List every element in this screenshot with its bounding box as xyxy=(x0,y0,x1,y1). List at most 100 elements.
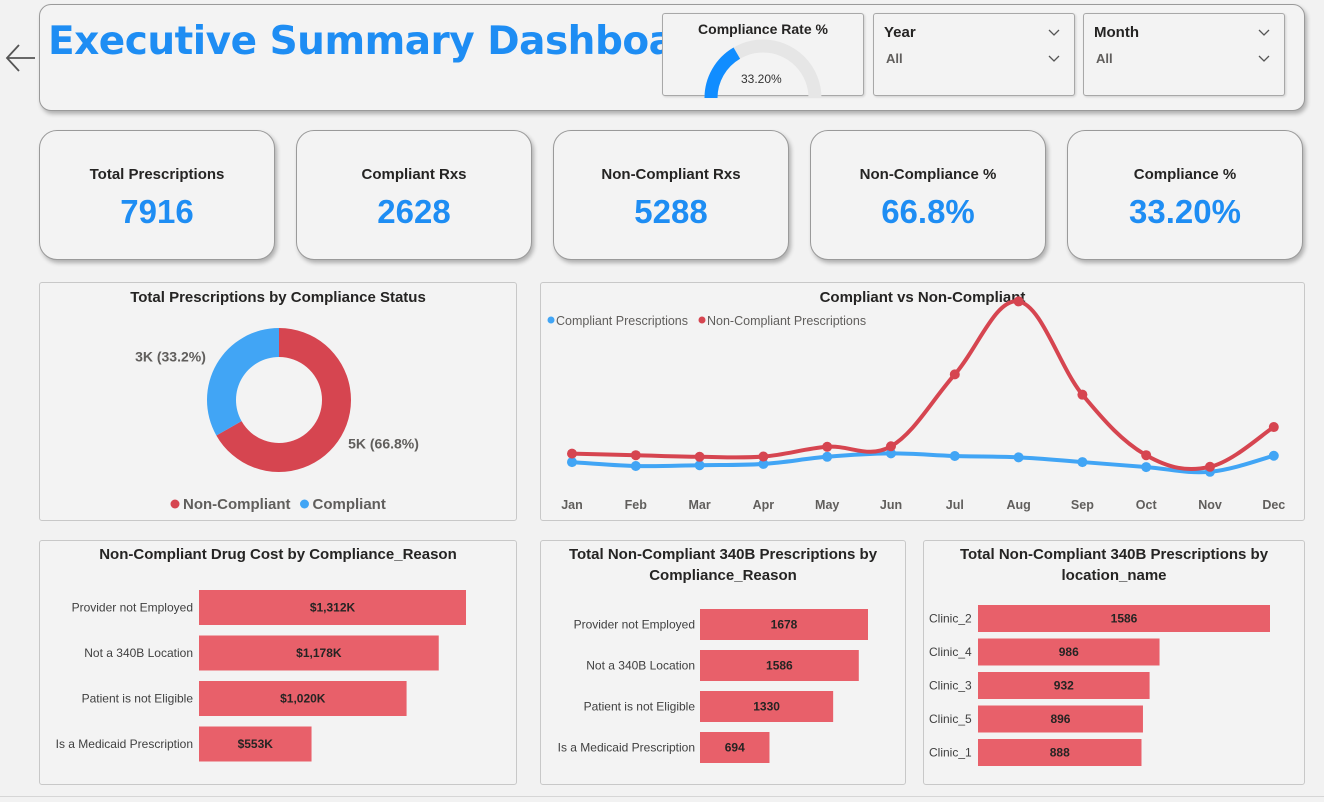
legend-marker xyxy=(170,499,180,509)
chevron-down-icon[interactable] xyxy=(1258,55,1270,63)
data-point[interactable] xyxy=(630,461,641,472)
kpi-label: Compliant Rxs xyxy=(361,166,467,183)
category-label: Clinic_4 xyxy=(929,645,972,659)
category-label: Provider not Employed xyxy=(72,601,193,615)
kpi-non-compliant-rxs[interactable]: Non-Compliant Rxs 5288 xyxy=(553,130,789,260)
kpi-compliant-rxs[interactable]: Compliant Rxs 2628 xyxy=(296,130,532,260)
data-point[interactable] xyxy=(567,448,577,459)
reason-bar-chart: Provider not Employed 1678 Not a 340B Loca… xyxy=(558,609,868,763)
legend-label[interactable]: Compliant xyxy=(312,496,385,513)
category-label: Patient is not Eligible xyxy=(82,692,194,706)
donut-data-label: 3K (33.2%) xyxy=(135,349,206,365)
kpi-label: Compliance % xyxy=(1133,166,1237,183)
data-point[interactable] xyxy=(1268,450,1279,461)
bar-data-label: 932 xyxy=(1054,679,1074,693)
bar-data-label: $1,312K xyxy=(310,601,356,615)
data-point[interactable] xyxy=(1141,462,1152,473)
month-slicer-label: Month xyxy=(1094,24,1139,41)
header-banner: Executive Summary Dashboard Compliance R… xyxy=(39,4,1305,111)
line-chart-panel[interactable]: Compliant vs Non-Compliant Compliant Pre… xyxy=(540,282,1305,521)
data-point[interactable] xyxy=(1013,452,1024,463)
data-point[interactable] xyxy=(822,441,833,452)
drug-cost-bar-panel[interactable]: Non-Compliant Drug Cost by Compliance_Re… xyxy=(39,540,517,785)
reason-bar-panel[interactable]: Total Non-Compliant 340B Prescriptions b… xyxy=(540,540,906,785)
x-tick-label: Jul xyxy=(946,498,964,512)
legend-marker xyxy=(547,316,555,324)
location-bar-panel[interactable]: Total Non-Compliant 340B Prescriptions b… xyxy=(923,540,1305,785)
data-point[interactable] xyxy=(1077,389,1088,400)
gauge-value: 33.20% xyxy=(741,72,782,86)
month-slicer-value[interactable]: All xyxy=(1096,51,1113,66)
data-point[interactable] xyxy=(1268,422,1279,433)
back-arrow-icon[interactable] xyxy=(4,38,38,78)
data-point[interactable] xyxy=(886,441,896,452)
category-label: Provider not Employed xyxy=(574,618,695,632)
data-point[interactable] xyxy=(758,451,769,462)
kpi-value: 66.8% xyxy=(881,193,975,230)
kpi-value: 5288 xyxy=(634,193,708,230)
category-label: Clinic_1 xyxy=(929,746,972,760)
compliance-rate-gauge-card[interactable]: Compliance Rate % 33.20% xyxy=(662,13,864,99)
kpi-label: Non-Compliant Rxs xyxy=(601,166,741,183)
x-tick-label: Apr xyxy=(753,498,775,512)
x-tick-label: Mar xyxy=(688,498,710,512)
data-point[interactable] xyxy=(1141,450,1152,461)
line-chart: Compliant Prescriptions Non-Compliant Pre… xyxy=(547,296,1285,512)
chevron-down-icon[interactable] xyxy=(1048,55,1060,63)
bar-data-label: 896 xyxy=(1050,712,1070,726)
data-point[interactable] xyxy=(1077,457,1088,468)
kpi-value: 2628 xyxy=(377,193,451,230)
location-bar-chart: Clinic_2 1586 Clinic_4 986 Clinic_3 932 Clinic… xyxy=(929,605,1270,766)
data-point[interactable] xyxy=(822,451,833,462)
page-title: Executive Summary Dashboard xyxy=(48,19,721,64)
chevron-down-icon[interactable] xyxy=(1258,29,1270,37)
donut-data-label: 5K (66.8%) xyxy=(348,435,419,451)
chevron-down-icon[interactable] xyxy=(1048,29,1060,37)
bar-data-label: $1,020K xyxy=(280,692,326,706)
x-tick-label: May xyxy=(815,498,839,512)
data-point[interactable] xyxy=(949,369,960,380)
drug-cost-bar-chart: Provider not Employed $1,312K Not a 340B L… xyxy=(56,590,466,762)
kpi-non-compliance-percent[interactable]: Non-Compliance % 66.8% xyxy=(810,130,1046,260)
data-point[interactable] xyxy=(1013,296,1024,307)
bar-data-label: $1,178K xyxy=(296,646,342,660)
year-slicer-value[interactable]: All xyxy=(886,51,903,66)
category-label: Not a 340B Location xyxy=(586,659,695,673)
gauge-fill xyxy=(704,47,741,99)
x-tick-label: Jan xyxy=(561,498,583,512)
bar-data-label: 694 xyxy=(725,741,745,755)
legend-marker xyxy=(698,316,706,324)
legend-label[interactable]: Compliant Prescriptions xyxy=(556,314,688,328)
category-label: Clinic_5 xyxy=(929,712,972,726)
x-tick-label: Aug xyxy=(1006,498,1030,512)
x-tick-label: Dec xyxy=(1262,498,1285,512)
donut-chart-panel[interactable]: Total Prescriptions by Compliance Status… xyxy=(39,282,517,521)
kpi-value: 33.20% xyxy=(1129,193,1241,230)
kpi-label: Non-Compliance % xyxy=(859,166,997,183)
bar-data-label: 888 xyxy=(1050,746,1070,760)
bar-data-label: 1586 xyxy=(766,659,793,673)
donut-slice[interactable] xyxy=(207,328,279,436)
kpi-total-prescriptions[interactable]: Total Prescriptions 7916 xyxy=(39,130,275,260)
donut-chart: 5K (66.8%) 3K (33.2%) Non-Compliant Complia… xyxy=(135,328,419,513)
kpi-label: Total Prescriptions xyxy=(89,166,225,183)
data-point[interactable] xyxy=(949,451,960,462)
data-point[interactable] xyxy=(694,451,705,462)
compliance-gauge xyxy=(704,39,822,99)
category-label: Is a Medicaid Prescription xyxy=(558,741,695,755)
year-slicer[interactable]: Year All xyxy=(873,13,1075,96)
legend-label[interactable]: Non-Compliant xyxy=(183,496,290,513)
page-divider xyxy=(0,796,1324,797)
data-point[interactable] xyxy=(630,450,641,461)
bar-data-label: 1586 xyxy=(1111,612,1138,626)
gauge-title: Compliance Rate % xyxy=(698,21,828,37)
x-tick-label: Feb xyxy=(625,498,648,512)
kpi-compliance-percent[interactable]: Compliance % 33.20% xyxy=(1067,130,1303,260)
category-label: Not a 340B Location xyxy=(84,646,193,660)
category-label: Patient is not Eligible xyxy=(584,700,696,714)
data-point[interactable] xyxy=(1205,461,1215,472)
kpi-value: 7916 xyxy=(120,193,194,230)
legend-label[interactable]: Non-Compliant Prescriptions xyxy=(707,314,866,328)
month-slicer[interactable]: Month All xyxy=(1083,13,1285,96)
bar-data-label: 986 xyxy=(1059,645,1079,659)
